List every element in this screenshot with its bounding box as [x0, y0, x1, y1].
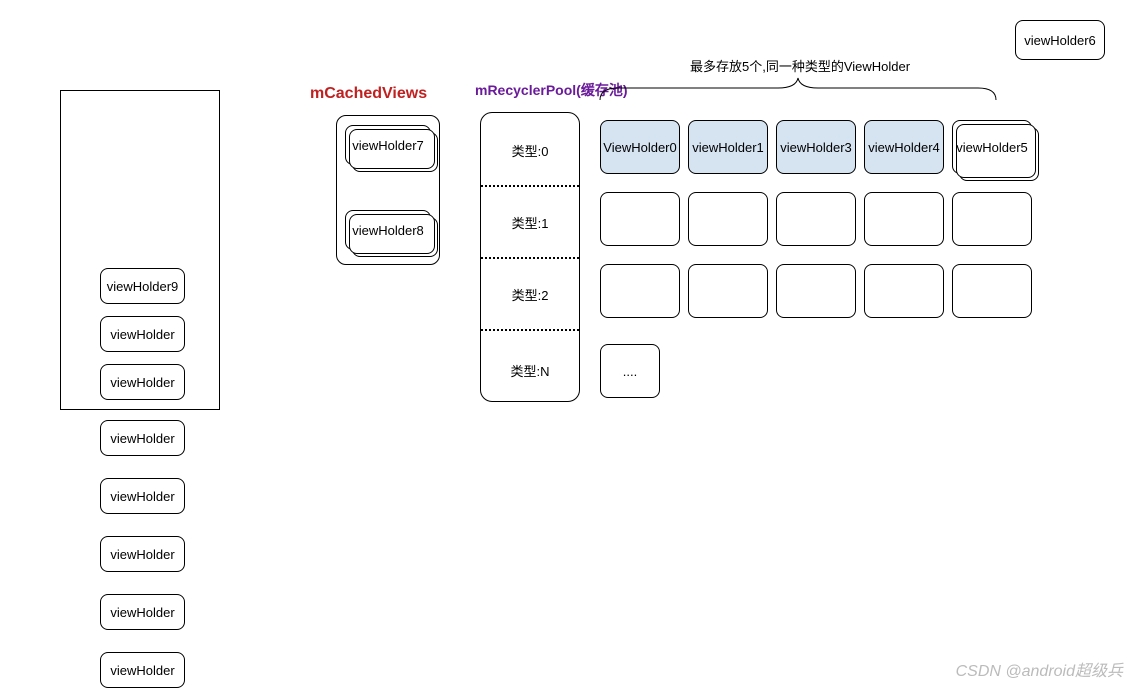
left-item-6: viewHolder — [100, 594, 185, 630]
pool-r0-c3: viewHolder4 — [864, 120, 944, 174]
type-0: 类型:0 — [481, 141, 579, 160]
left-item-3: viewHolder — [100, 420, 185, 456]
pool-r0-c2: viewHolder3 — [776, 120, 856, 174]
pool-r1-c0 — [600, 192, 680, 246]
type-divider-1 — [481, 257, 579, 259]
type-1: 类型:1 — [481, 213, 579, 232]
pool-r2-c1 — [688, 264, 768, 318]
pool-r2-c0 — [600, 264, 680, 318]
pool-r2-c2 — [776, 264, 856, 318]
watermark: CSDN @android超级兵 — [956, 657, 1123, 681]
cached-views-title: mCachedViews — [310, 85, 427, 103]
left-item-2: viewHolder — [100, 364, 185, 400]
floating-viewholder6: viewHolder6 — [1015, 20, 1105, 60]
type-divider-0 — [481, 185, 579, 187]
pool-r2-c4 — [952, 264, 1032, 318]
left-item-4: viewHolder — [100, 478, 185, 514]
cached-item-1: viewHolder8 — [345, 210, 431, 250]
pool-r1-c3 — [864, 192, 944, 246]
left-item-1: viewHolder — [100, 316, 185, 352]
left-item-0: viewHolder9 — [100, 268, 185, 304]
pool-rn-ellipsis: .... — [600, 344, 660, 398]
pool-r0-c0: ViewHolder0 — [600, 120, 680, 174]
type-divider-2 — [481, 329, 579, 331]
left-item-5: viewHolder — [100, 536, 185, 572]
left-container-frame — [60, 90, 220, 410]
type-2: 类型:2 — [481, 285, 579, 304]
cached-item-0: viewHolder7 — [345, 125, 431, 165]
type-column: 类型:0 类型:1 类型:2 类型:N — [480, 112, 580, 402]
brace-note: 最多存放5个,同一种类型的ViewHolder — [690, 56, 910, 75]
pool-r1-c2 — [776, 192, 856, 246]
pool-r1-c1 — [688, 192, 768, 246]
pool-r0-c1: viewHolder1 — [688, 120, 768, 174]
brace-icon — [598, 76, 998, 102]
pool-r0-c4: viewHolder5 — [952, 120, 1032, 174]
left-item-7: viewHolder — [100, 652, 185, 688]
pool-r2-c3 — [864, 264, 944, 318]
type-n: 类型:N — [481, 361, 579, 380]
pool-r1-c4 — [952, 192, 1032, 246]
